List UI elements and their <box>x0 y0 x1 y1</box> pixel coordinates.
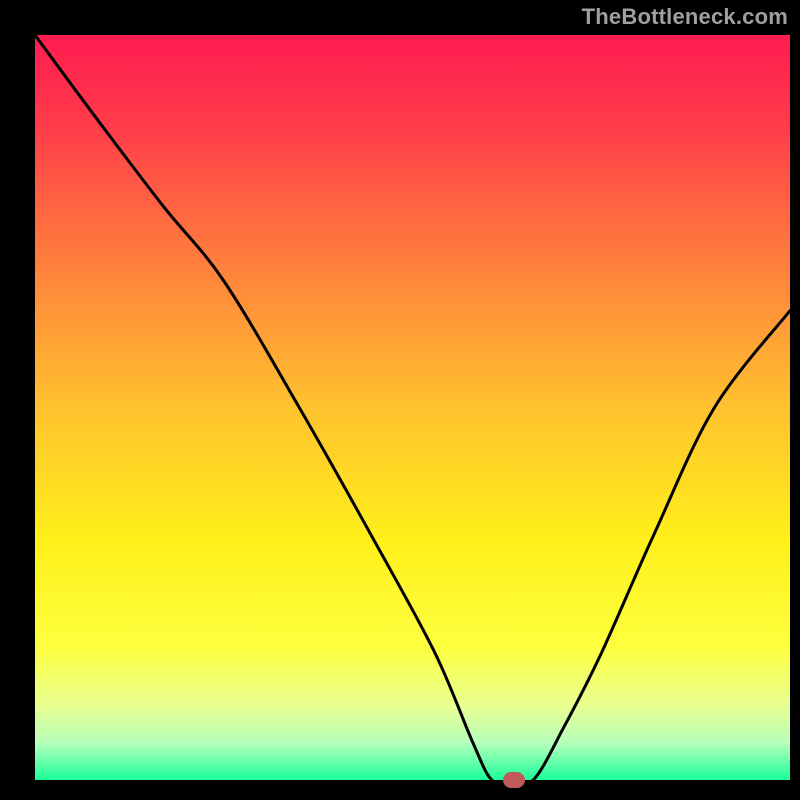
watermark-text: TheBottleneck.com <box>582 4 788 30</box>
plot-area <box>35 35 790 780</box>
chart-frame: TheBottleneck.com <box>0 0 800 800</box>
optimal-point-marker <box>503 772 525 788</box>
curve-layer <box>35 35 790 780</box>
bottleneck-curve-path <box>35 35 790 780</box>
